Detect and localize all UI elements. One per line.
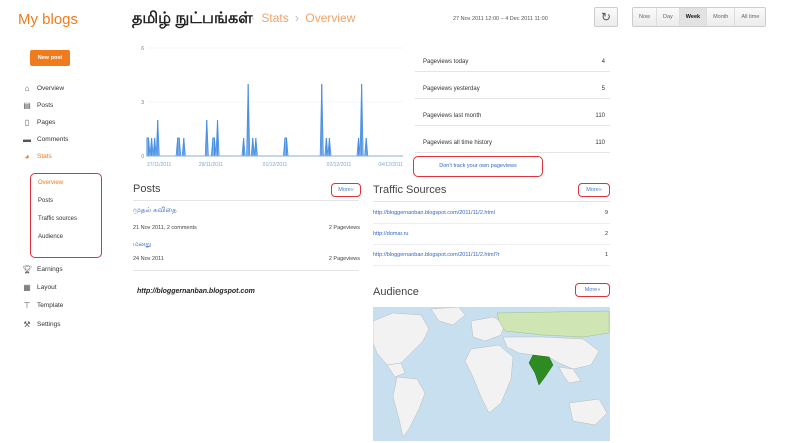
- comment-icon: ▬: [23, 135, 31, 144]
- traffic-source-link[interactable]: http://bloggernanban.blogspot.com/2011/1…: [373, 210, 495, 216]
- x-tick-label: 29/11/2011: [199, 162, 224, 168]
- sidebar-item-overview[interactable]: ⌂ Overview: [22, 84, 65, 93]
- document-icon: ▤: [23, 101, 31, 110]
- pageviews-chart: 6 3 027/11/2011 29/11/2011 01/12/2011 02/12/2…: [141, 46, 403, 168]
- pageviews-row: Pageviews all time history 110: [415, 133, 610, 153]
- traffic-source-link[interactable]: http://domar.ru: [373, 231, 408, 237]
- traffic-source-count: 9: [604, 210, 608, 216]
- pageviews-value: 110: [595, 139, 605, 146]
- sidebar-item-comments[interactable]: ▬ Comments: [22, 135, 68, 144]
- pageviews-label: Pageviews yesterday: [423, 85, 480, 92]
- audience-more-button[interactable]: More»: [575, 283, 610, 297]
- sidebar-item-stats[interactable]: ◕ Stats: [22, 152, 52, 161]
- pie-chart-icon: ◕: [24, 152, 30, 161]
- traffic-source-count: 1: [604, 252, 608, 258]
- pageviews-row: Pageviews today 4: [415, 52, 610, 72]
- blog-name: தமிழ் நுட்பங்கள்: [132, 10, 253, 27]
- sidebar-item-label: Earnings: [37, 266, 63, 273]
- template-icon: ⊤: [23, 301, 31, 310]
- pageviews-label: Pageviews last month: [423, 112, 482, 119]
- tab-now[interactable]: Now: [633, 8, 657, 26]
- divider: [133, 270, 359, 271]
- post-title-link[interactable]: முதல் கவிதை: [133, 206, 177, 215]
- post-meta: 21 Nov 2011, 2 comments: [133, 225, 197, 231]
- pageviews-value: 5: [601, 85, 605, 92]
- range-tabs: Now Day Week Month All time: [632, 7, 767, 27]
- sidebar-item-template[interactable]: ⊤ Template: [22, 301, 64, 310]
- y-tick-label: 6: [141, 46, 144, 52]
- breadcrumb: · Stats › Overview: [248, 11, 355, 25]
- tab-day[interactable]: Day: [656, 8, 679, 26]
- audience-section-title: Audience: [373, 286, 419, 298]
- stats-sub-traffic-sources[interactable]: Traffic sources: [38, 216, 77, 222]
- pageviews-label: Pageviews all time history: [423, 139, 493, 146]
- y-tick-label: 3: [141, 100, 144, 106]
- sidebar-item-label: Overview: [37, 85, 65, 92]
- post-meta: 24 Nov 2011: [133, 256, 164, 262]
- app-title[interactable]: My blogs: [18, 11, 78, 28]
- sidebar-item-label: Posts: [37, 102, 54, 109]
- sidebar-item-posts[interactable]: ▤ Posts: [22, 101, 53, 110]
- breadcrumb-stats[interactable]: Stats: [261, 11, 288, 25]
- tab-week[interactable]: Week: [678, 8, 707, 26]
- traffic-source-link[interactable]: http://bloggernanban.blogspot.com/2011/1…: [373, 252, 500, 258]
- chart-series-area: [146, 83, 403, 157]
- sidebar-item-label: Settings: [37, 321, 61, 328]
- sidebar-item-pages[interactable]: ▯ Pages: [22, 118, 56, 127]
- stats-sub-audience[interactable]: Audience: [38, 234, 63, 240]
- pageviews-value: 110: [595, 112, 605, 119]
- post-title-link[interactable]: மனது: [133, 240, 152, 249]
- tab-month[interactable]: Month: [706, 8, 735, 26]
- trophy-icon: 🏆︎: [22, 265, 33, 274]
- refresh-icon: ↻: [600, 10, 612, 24]
- new-post-button[interactable]: New post: [30, 50, 70, 66]
- traffic-source-row: http://bloggernanban.blogspot.com/2011/1…: [373, 203, 610, 224]
- page-icon: ▯: [24, 118, 30, 127]
- breadcrumb-overview: Overview: [305, 11, 356, 25]
- pageviews-label: Pageviews today: [423, 58, 469, 65]
- divider: [373, 201, 610, 202]
- stats-sub-posts[interactable]: Posts: [38, 198, 53, 204]
- sidebar-item-label: Template: [37, 302, 64, 309]
- post-pageviews: 2 Pageviews: [328, 225, 360, 231]
- pageviews-row: Pageviews yesterday 5: [415, 79, 610, 99]
- pageviews-value: 4: [601, 58, 605, 65]
- divider: [133, 200, 359, 201]
- dont-track-link[interactable]: Don't track your own pageviews: [413, 156, 543, 177]
- post-pageviews: 2 Pageviews: [328, 256, 360, 262]
- traffic-source-row: http://bloggernanban.blogspot.com/2011/1…: [373, 245, 610, 266]
- sidebar-item-layout[interactable]: ▦ Layout: [22, 283, 57, 292]
- home-icon: ⌂: [24, 84, 30, 93]
- posts-section-title: Posts: [133, 183, 161, 195]
- layout-icon: ▦: [23, 283, 31, 292]
- traffic-source-row: http://domar.ru 2: [373, 224, 610, 245]
- audience-world-map: [373, 307, 610, 441]
- breadcrumb-separator: ·: [251, 11, 255, 25]
- sidebar-item-label: Layout: [37, 284, 57, 291]
- sidebar-item-earnings[interactable]: 🏆︎ Earnings: [22, 265, 63, 274]
- sidebar-item-label: Pages: [37, 119, 56, 126]
- stats-sub-overview[interactable]: Overview: [38, 180, 63, 186]
- wrench-icon: ⚒: [23, 320, 31, 329]
- watermark-text: http://bloggernanban.blogspot.com: [137, 288, 255, 295]
- x-tick-label: 27/11/2011: [147, 162, 172, 168]
- traffic-source-count: 2: [604, 231, 608, 237]
- traffic-more-button[interactable]: More»: [578, 183, 610, 197]
- refresh-button[interactable]: ↻: [594, 7, 618, 27]
- sidebar-item-label: Comments: [37, 136, 69, 143]
- breadcrumb-separator: ›: [295, 11, 300, 25]
- x-tick-label: 02/12/2011: [327, 162, 352, 168]
- y-tick-label: 0: [141, 154, 144, 160]
- tab-all-time[interactable]: All time: [734, 8, 766, 26]
- sidebar-item-label: Stats: [37, 153, 52, 160]
- traffic-section-title: Traffic Sources: [373, 184, 447, 196]
- x-tick-label: 01/12/2011: [263, 162, 288, 168]
- pageviews-row: Pageviews last month 110: [415, 106, 610, 126]
- posts-more-button[interactable]: More»: [331, 183, 361, 197]
- x-tick-label: 04/12/2011: [378, 162, 403, 168]
- date-range: 27 Nov 2011 12:00 – 4 Dec 2011 11:00: [453, 16, 548, 22]
- sidebar-item-settings[interactable]: ⚒ Settings: [22, 320, 61, 329]
